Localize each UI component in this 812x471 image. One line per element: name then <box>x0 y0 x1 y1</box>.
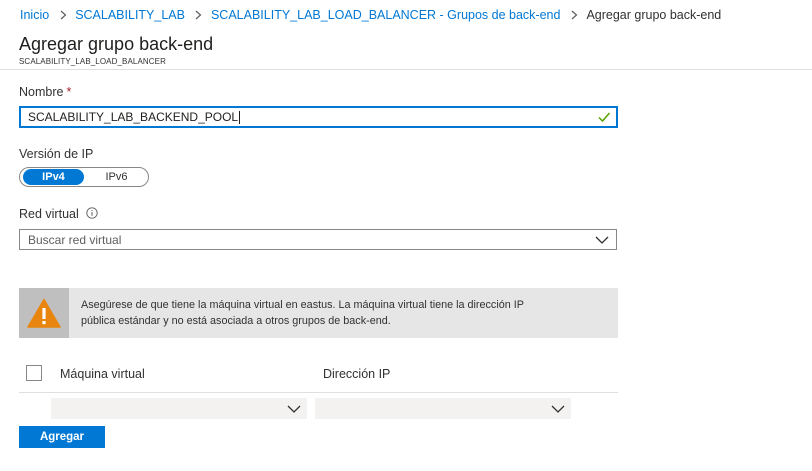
virtual-network-label: Red virtual <box>19 207 98 221</box>
page-title: Agregar grupo back-end <box>19 34 214 54</box>
column-header-ip: Dirección IP <box>323 367 391 381</box>
vm-select-dropdown[interactable] <box>51 398 307 419</box>
ip-select-dropdown[interactable] <box>315 398 571 419</box>
virtual-network-dropdown[interactable]: Buscar red virtual <box>19 229 617 250</box>
warning-line-2: pública estándar y no está asociada a ot… <box>81 315 391 327</box>
info-icon[interactable] <box>86 207 98 219</box>
virtual-network-placeholder: Buscar red virtual <box>28 232 122 247</box>
warning-icon-panel <box>19 288 69 338</box>
breadcrumb-inicio[interactable]: Inicio <box>20 8 49 22</box>
chevron-down-icon <box>551 405 565 413</box>
breadcrumb-current: Agregar grupo back-end <box>586 8 722 22</box>
ip-version-ipv6[interactable]: IPv6 <box>86 169 147 185</box>
name-input[interactable]: SCALABILITY_LAB_BACKEND_POOL <box>19 106 618 128</box>
checkmark-icon <box>598 112 611 123</box>
add-button[interactable]: Agregar <box>19 426 105 448</box>
warning-banner: Asegúrese de que tiene la máquina virtua… <box>19 288 618 338</box>
name-label: Nombre * <box>19 85 71 99</box>
chevron-right-icon <box>55 8 71 22</box>
warning-text: Asegúrese de que tiene la máquina virtua… <box>69 288 524 338</box>
select-all-checkbox[interactable] <box>26 365 42 381</box>
column-header-vm: Máquina virtual <box>60 367 145 381</box>
warning-icon <box>27 298 61 328</box>
ip-version-toggle: IPv4 IPv6 <box>19 167 149 187</box>
name-label-text: Nombre <box>19 85 64 99</box>
page-subtitle: SCALABILITY_LAB_LOAD_BALANCER <box>19 57 166 66</box>
ip-version-label: Versión de IP <box>19 147 94 161</box>
ip-version-ipv4[interactable]: IPv4 <box>23 169 84 185</box>
breadcrumb-resource-group[interactable]: SCALABILITY_LAB <box>75 8 185 22</box>
breadcrumb-backend-pools[interactable]: SCALABILITY_LAB_LOAD_BALANCER - Grupos d… <box>211 8 560 22</box>
chevron-right-icon <box>566 8 582 22</box>
header-divider <box>0 69 812 70</box>
name-input-value-wrap: SCALABILITY_LAB_BACKEND_POOL <box>20 109 597 125</box>
required-mark: * <box>66 85 72 99</box>
chevron-right-icon <box>191 8 207 22</box>
virtual-network-label-text: Red virtual <box>19 207 79 221</box>
chevron-down-icon <box>595 236 609 244</box>
name-input-value: SCALABILITY_LAB_BACKEND_POOL <box>28 109 239 124</box>
breadcrumb: Inicio SCALABILITY_LAB SCALABILITY_LAB_L… <box>20 7 721 23</box>
table-header-divider <box>19 392 618 393</box>
warning-line-1: Asegúrese de que tiene la máquina virtua… <box>81 299 524 311</box>
chevron-down-icon <box>287 405 301 413</box>
